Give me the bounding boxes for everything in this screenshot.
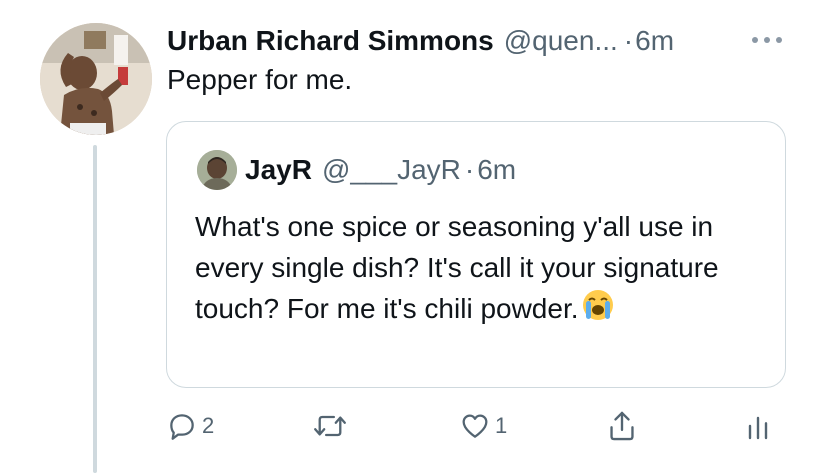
reply-icon [170, 414, 194, 440]
quoted-author-handle: @___JayR [321, 154, 461, 185]
reply-count: 2 [202, 413, 215, 438]
tweet-timestamp[interactable]: 6m [635, 25, 674, 57]
heart-icon [462, 414, 488, 438]
more-dot [764, 37, 770, 43]
quoted-tweet-timestamp: 6m [477, 154, 517, 185]
separator-dot: · [464, 154, 475, 185]
thread-line [93, 145, 97, 473]
quoted-tweet-header: JayR @___JayR · 6m [245, 152, 516, 188]
like-button[interactable]: 1 [459, 404, 507, 448]
author-handle[interactable]: @quen... [504, 25, 618, 57]
quoted-author-name: JayR [245, 154, 312, 185]
reply-button[interactable]: 2 [166, 404, 214, 448]
retweet-icon [314, 415, 346, 437]
author-name[interactable]: Urban Richard Simmons [167, 25, 494, 57]
tweet-text: Pepper for me. [167, 64, 353, 95]
tweet-header: Urban Richard Simmons @quen... · 6m [167, 24, 674, 58]
author-avatar[interactable] [40, 23, 152, 135]
more-options-icon[interactable] [752, 30, 786, 50]
like-count: 1 [495, 413, 508, 438]
retweet-button[interactable] [312, 404, 352, 448]
more-dot [752, 37, 758, 43]
share-button[interactable] [606, 404, 638, 448]
quoted-tweet-card[interactable]: JayR @___JayR · 6m What's one spice or s… [166, 121, 786, 388]
quoted-tweet-text: What's one spice or seasoning y'all use … [195, 211, 719, 324]
analytics-icon [748, 416, 768, 440]
quoted-tweet-text-block: What's one spice or seasoning y'all use … [195, 206, 770, 333]
tweet-actions-bar: 2 1 [166, 404, 786, 448]
separator-dot: · [623, 25, 634, 56]
more-dot [776, 37, 782, 43]
share-icon [610, 411, 634, 441]
loudly-crying-face-icon [581, 288, 615, 333]
analytics-button[interactable] [744, 404, 772, 448]
quoted-author-avatar [197, 150, 237, 190]
